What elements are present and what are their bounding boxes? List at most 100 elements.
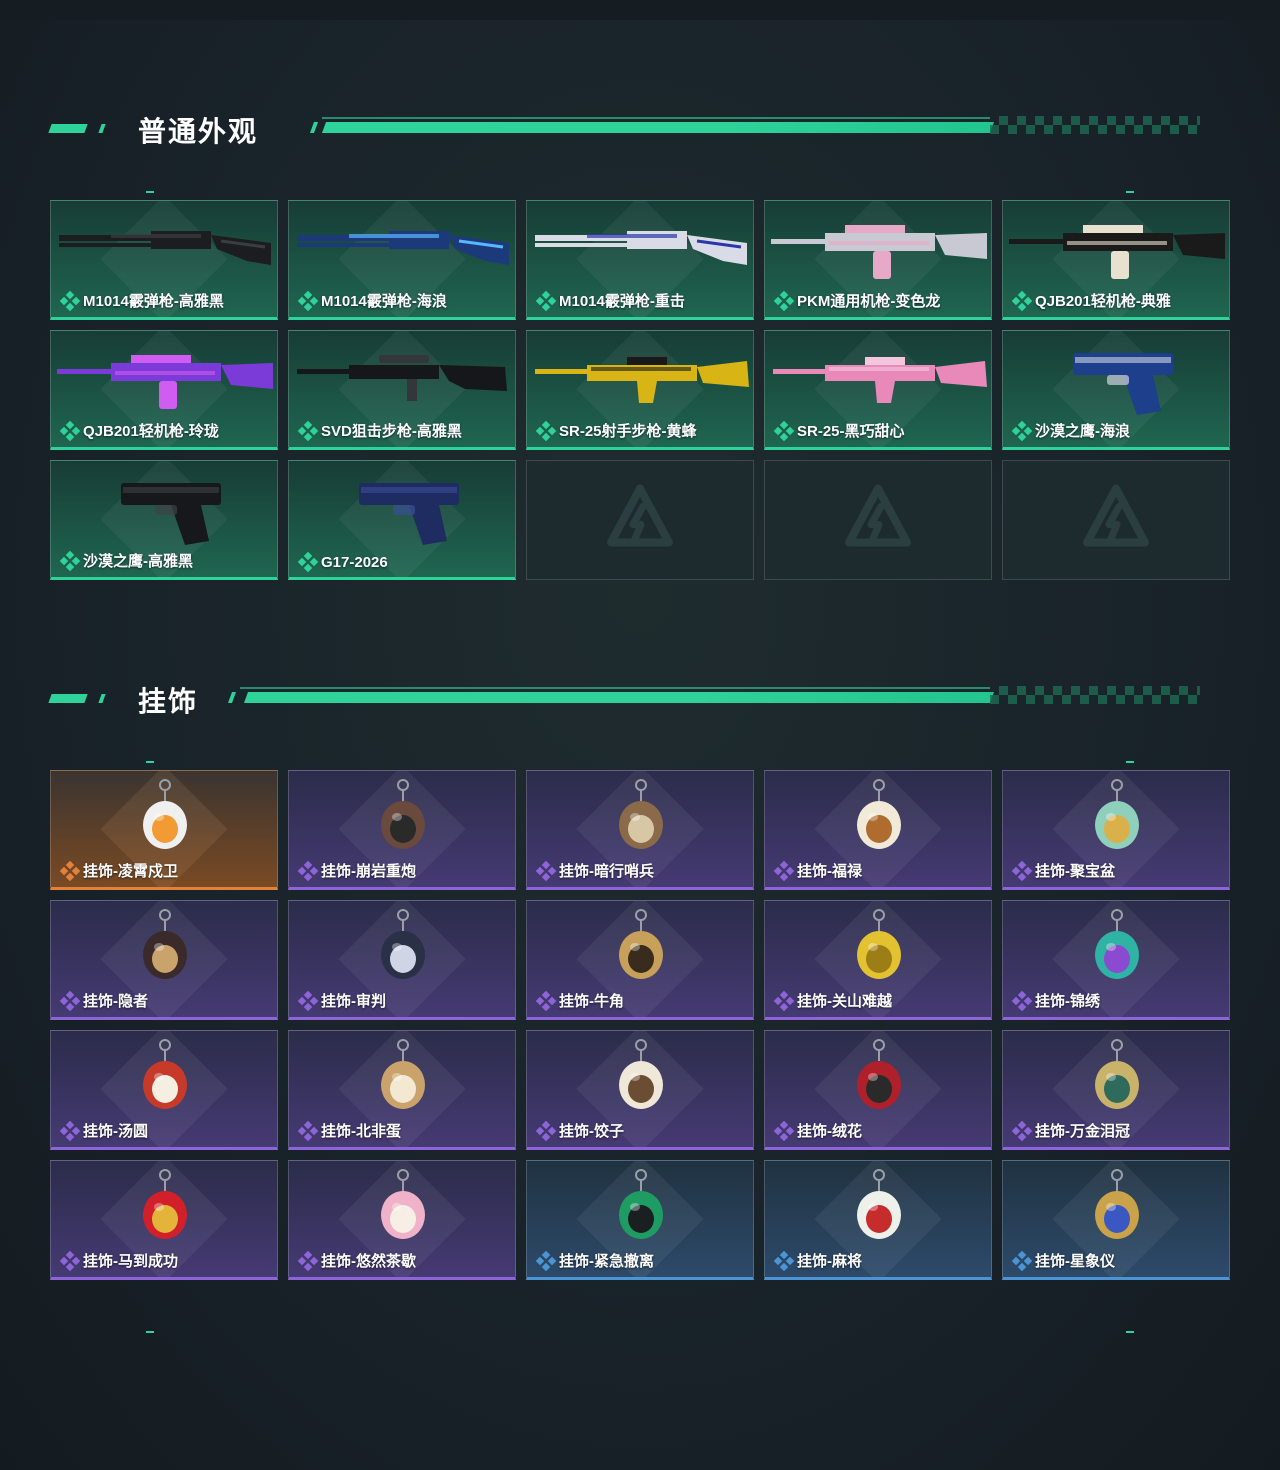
charm-card[interactable]: 挂饰-马到成功 (50, 1160, 278, 1280)
item-name: G17-2026 (321, 553, 388, 571)
corner-dash (1126, 191, 1134, 193)
charm-card[interactable]: 挂饰-关山难越 (764, 900, 992, 1020)
charm-card[interactable]: 挂饰-麻将 (764, 1160, 992, 1280)
skin-card[interactable]: G17-2026 (288, 460, 516, 580)
figure-charm-icon (527, 771, 753, 861)
charm-card[interactable]: 挂饰-聚宝盆 (1002, 770, 1230, 890)
charm-card[interactable]: 挂饰-凌霄戍卫 (50, 770, 278, 890)
charm-card[interactable]: 挂饰-审判 (288, 900, 516, 1020)
rarity-diamond-icon (297, 420, 319, 441)
header-lead-bar (48, 124, 88, 133)
header-tick (227, 692, 237, 703)
charm-card[interactable]: 挂饰-绒花 (764, 1030, 992, 1150)
header-checker-pattern (990, 686, 1200, 704)
item-name: 挂饰-隐者 (83, 993, 148, 1010)
rarity-diamond-icon (59, 1120, 81, 1141)
pistol-icon (51, 461, 277, 551)
corner-dash (146, 191, 154, 193)
item-name: 沙漠之鹰-海浪 (1035, 423, 1130, 440)
charm-card[interactable]: 挂饰-饺子 (526, 1030, 754, 1150)
rarity-diamond-icon (1011, 990, 1033, 1011)
charm-card[interactable]: 挂饰-星象仪 (1002, 1160, 1230, 1280)
charm-card[interactable]: 挂饰-锦绣 (1002, 900, 1230, 1020)
shotgun-icon (289, 201, 515, 291)
charm-card[interactable]: 挂饰-汤圆 (50, 1030, 278, 1150)
cupcake-charm-icon (289, 1161, 515, 1251)
skin-card[interactable]: 沙漠之鹰-海浪 (1002, 330, 1230, 450)
skin-card[interactable]: 沙漠之鹰-高雅黑 (50, 460, 278, 580)
item-name: 沙漠之鹰-高雅黑 (83, 553, 193, 570)
charm-card[interactable]: 挂饰-万金泪冠 (1002, 1030, 1230, 1150)
item-name: 挂饰-牛角 (559, 993, 624, 1010)
header-lead-tick (98, 694, 106, 703)
charm-card[interactable]: 挂饰-福禄 (764, 770, 992, 890)
pistol-icon (289, 461, 515, 551)
skin-card[interactable]: PKM通用机枪-变色龙 (764, 200, 992, 320)
item-name: 挂饰-北非蛋 (321, 1123, 401, 1140)
skin-card[interactable]: QJB201轻机枪-典雅 (1002, 200, 1230, 320)
item-label-row: QJB201轻机枪-典雅 (1011, 290, 1171, 311)
tarot-card-charm-icon (289, 901, 515, 991)
item-label-row: SR-25-黑巧甜心 (773, 420, 905, 441)
rarity-diamond-icon (1011, 860, 1033, 881)
item-label-row: M1014霰弹枪-高雅黑 (59, 290, 224, 311)
rarity-diamond-icon (535, 860, 557, 881)
header-lead-bar (48, 694, 88, 703)
empty-slot-logo-icon (605, 483, 675, 558)
item-name: 挂饰-饺子 (559, 1123, 624, 1140)
item-label-row: 挂饰-万金泪冠 (1011, 1120, 1130, 1141)
charm-card[interactable]: 挂饰-悠然茶歇 (288, 1160, 516, 1280)
item-name: 挂饰-马到成功 (83, 1253, 178, 1270)
header-bar (321, 122, 995, 133)
charm-card[interactable]: 挂饰-暗行哨兵 (526, 770, 754, 890)
charm-card[interactable]: 挂饰-紧急撤离 (526, 1160, 754, 1280)
corner-dash (146, 761, 154, 763)
charm-card[interactable]: 挂饰-崩岩重炮 (288, 770, 516, 890)
skin-card[interactable]: SVD狙击步枪-高雅黑 (288, 330, 516, 450)
rarity-diamond-icon (1011, 290, 1033, 311)
horse-charm-icon (51, 1161, 277, 1251)
rarity-diamond-icon (773, 990, 795, 1011)
item-label-row: 挂饰-饺子 (535, 1120, 624, 1141)
pistol-icon (1003, 331, 1229, 421)
item-label-row: 挂饰-审判 (297, 990, 386, 1011)
item-label-row: SR-25射手步枪-黄蜂 (535, 420, 697, 441)
rarity-diamond-icon (773, 290, 795, 311)
rocket-charm-icon (51, 771, 277, 861)
treasure-bowl-charm-icon (1003, 771, 1229, 861)
emergency-sign-charm-icon (527, 1161, 753, 1251)
item-label-row: 挂饰-星象仪 (1011, 1250, 1115, 1271)
skin-card[interactable]: QJB201轻机枪-玲珑 (50, 330, 278, 450)
figure-charm-icon (289, 771, 515, 861)
rarity-diamond-icon (535, 1250, 557, 1271)
dumpling-charm-icon (527, 1031, 753, 1121)
skin-card[interactable]: SR-25-黑巧甜心 (764, 330, 992, 450)
skin-card[interactable]: M1014霰弹枪-高雅黑 (50, 200, 278, 320)
empty-slot (764, 460, 992, 580)
skin-card[interactable]: M1014霰弹枪-重击 (526, 200, 754, 320)
gourd-charm-icon (765, 771, 991, 861)
item-label-row: 挂饰-马到成功 (59, 1250, 178, 1271)
item-name: 挂饰-麻将 (797, 1253, 862, 1270)
bowl-charm-icon (51, 1031, 277, 1121)
item-name: 挂饰-福禄 (797, 863, 862, 880)
skin-card[interactable]: SR-25射手步枪-黄蜂 (526, 330, 754, 450)
rarity-diamond-icon (535, 1120, 557, 1141)
rarity-diamond-icon (535, 420, 557, 441)
item-name: QJB201轻机枪-玲珑 (83, 423, 219, 440)
rarity-diamond-icon (535, 290, 557, 311)
item-name: 挂饰-暗行哨兵 (559, 863, 654, 880)
skin-card[interactable]: M1014霰弹枪-海浪 (288, 200, 516, 320)
corner-dash (146, 1331, 154, 1333)
rarity-diamond-icon (297, 1120, 319, 1141)
item-name: SR-25射手步枪-黄蜂 (559, 423, 697, 440)
item-name: M1014霰弹枪-高雅黑 (83, 293, 224, 310)
rarity-diamond-icon (297, 990, 319, 1011)
item-label-row: 挂饰-锦绣 (1011, 990, 1100, 1011)
charm-card[interactable]: 挂饰-牛角 (526, 900, 754, 1020)
charm-card[interactable]: 挂饰-北非蛋 (288, 1030, 516, 1150)
item-label-row: 挂饰-紧急撤离 (535, 1250, 654, 1271)
charm-card[interactable]: 挂饰-隐者 (50, 900, 278, 1020)
item-label-row: 挂饰-关山难越 (773, 990, 892, 1011)
flower-charm-icon (765, 1031, 991, 1121)
